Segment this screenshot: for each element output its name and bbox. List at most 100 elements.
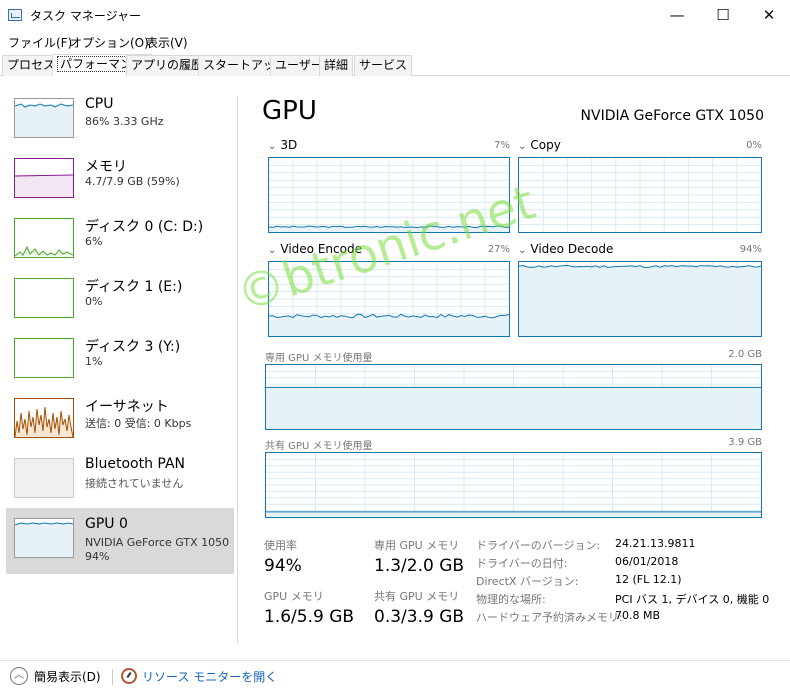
directx-version-label: DirectX バージョン: [476,575,579,588]
sidebar-item-gpu0[interactable]: GPU 0 NVIDIA GeForce GTX 1050 94% [6,508,234,574]
engine-selector-video-encode[interactable]: ⌄ Video Encode [268,242,362,256]
sidebar-item-label: メモリ [85,159,127,175]
physical-location-value: PCI バス 1, デバイス 0, 機能 0 [615,593,770,606]
dedicated-gpu-memory-value: 1.3/2.0 GB [374,556,465,576]
resource-monitor-icon[interactable] [121,668,137,684]
graph-video-decode [518,261,762,337]
sidebar-item-value: 0% [85,295,103,308]
graph-video-encode [268,261,510,337]
gpu-model-name: NVIDIA GeForce GTX 1050 [580,108,764,124]
sidebar-item-label: ディスク 1 (E:) [85,279,183,295]
graph-grid [269,158,509,232]
graph-dedicated-memory-svg [266,365,761,429]
engine-selector-3d[interactable]: ⌄ 3D [268,138,297,152]
driver-date-label: ドライバーの日付: [476,557,568,570]
memory-thumbnail-graph [15,174,73,197]
close-button[interactable]: ✕ [746,0,790,30]
engine-selector-video-decode[interactable]: ⌄ Video Decode [518,242,613,256]
sidebar-item-memory[interactable]: メモリ 4.7/7.9 GB (59%) [6,154,234,214]
fewer-details-button[interactable]: 簡易表示(D) [34,668,101,685]
title-bar: タスク マネージャー — ☐ ✕ [0,0,790,30]
chevron-down-icon: ⌄ [518,245,527,256]
disk0-thumbnail-graph [15,245,73,257]
ethernet-thumbnail [14,398,74,438]
sidebar-item-label: GPU 0 [85,516,128,532]
sidebar-item-value: 86% 3.33 GHz [85,115,164,128]
reserved-memory-value: 70.8 MB [615,609,661,622]
chevron-down-icon: ⌄ [518,141,527,152]
task-manager-icon [8,9,22,21]
reserved-memory-label: ハードウェア予約済みメモリ: [476,611,623,624]
chevron-up-icon[interactable]: ︿ [10,667,28,685]
driver-version-label: ドライバーのバージョン: [476,539,601,552]
sidebar-item-disk1[interactable]: ディスク 1 (E:) 0% [6,274,234,334]
driver-date-value: 06/01/2018 [615,555,679,568]
tab-details[interactable]: 詳細 [319,55,354,76]
sidebar-item-value: 接続されていません [85,477,184,490]
menu-file[interactable]: ファイル(F) [8,34,72,51]
sidebar-item-ethernet[interactable]: イーサネット 送信: 0 受信: 0 Kbps [6,394,234,454]
shared-gpu-memory-label: 共有 GPU メモリ [374,590,460,603]
menu-options[interactable]: オプション(O) [70,34,149,51]
sidebar-item-value: 1% [85,355,103,368]
shared-memory-label: 共有 GPU メモリ使用量 [265,441,373,452]
graph-grid [519,158,761,232]
tab-bar: プロセス パフォーマンス アプリの履歴 スタートアップ ユーザー 詳細 サービス [0,54,790,76]
sidebar-item-label: ディスク 0 (C: D:) [85,219,204,235]
shared-gpu-memory-value: 0.3/3.9 GB [374,607,465,627]
tab-app-history[interactable]: アプリの履歴 [126,55,209,76]
dedicated-memory-max: 2.0 GB [728,349,762,360]
graph-copy [518,157,762,233]
page-title: GPU [262,96,317,126]
sidebar-item-value: NVIDIA GeForce GTX 1050 [85,536,230,549]
graph-area [266,511,761,517]
engine-label: 3D [280,138,298,152]
driver-version-value: 24.21.13.9811 [615,537,696,550]
engine-selector-copy[interactable]: ⌄ Copy [518,138,561,152]
graph-grid [266,453,761,517]
disk1-thumbnail [14,278,74,318]
engine-percent: 27% [487,244,510,255]
graph-dedicated-memory [265,364,762,430]
sidebar-item-cpu[interactable]: CPU 86% 3.33 GHz [6,94,234,154]
footer-divider [112,669,113,685]
graph-3d [268,157,510,233]
menu-view[interactable]: 表示(V) [146,34,188,51]
physical-location-label: 物理的な場所: [476,593,546,606]
cpu-thumbnail-graph [15,103,73,137]
sidebar-item-disk0[interactable]: ディスク 0 (C: D:) 6% [6,214,234,274]
bluetooth-thumbnail [14,458,74,498]
sidebar-item-label: Bluetooth PAN [85,456,186,472]
maximize-button[interactable]: ☐ [700,0,746,30]
sidebar-item-value: 送信: 0 受信: 0 Kbps [85,417,192,430]
utilization-label: 使用率 [264,539,297,552]
sidebar-item-label: イーサネット [85,399,169,415]
sidebar-item-bluetooth[interactable]: Bluetooth PAN 接続されていません [6,454,234,514]
engine-label: Video Decode [530,242,614,256]
panel-divider [237,96,238,644]
open-resource-monitor-link[interactable]: リソース モニターを開く [142,668,277,685]
engine-percent: 0% [746,140,762,151]
tab-services[interactable]: サービス [354,55,413,76]
sidebar-item-disk3[interactable]: ディスク 3 (Y:) 1% [6,334,234,394]
graph-area [519,265,761,336]
dedicated-gpu-memory-label: 専用 GPU メモリ [374,539,460,552]
sidebar-item-value: 6% [85,235,103,248]
disk0-thumbnail [14,218,74,258]
gpu-memory-value: 1.6/5.9 GB [264,607,355,627]
utilization-value: 94% [264,556,302,576]
minimize-button[interactable]: — [654,0,700,30]
graph-video-encode-svg [269,262,509,336]
graph-3d-svg [269,158,509,232]
graph-video-decode-svg [519,262,761,336]
graph-area [266,387,761,429]
shared-memory-max: 3.9 GB [728,437,762,448]
graph-shared-memory [265,452,762,518]
dedicated-memory-label: 専用 GPU メモリ使用量 [265,353,373,364]
engine-label: Video Encode [280,242,362,256]
engine-percent: 7% [494,140,510,151]
sidebar-item-value: 4.7/7.9 GB (59%) [85,175,180,188]
directx-version-value: 12 (FL 12.1) [615,573,682,586]
chevron-down-icon: ⌄ [268,141,277,152]
gpu0-thumbnail [14,518,74,558]
